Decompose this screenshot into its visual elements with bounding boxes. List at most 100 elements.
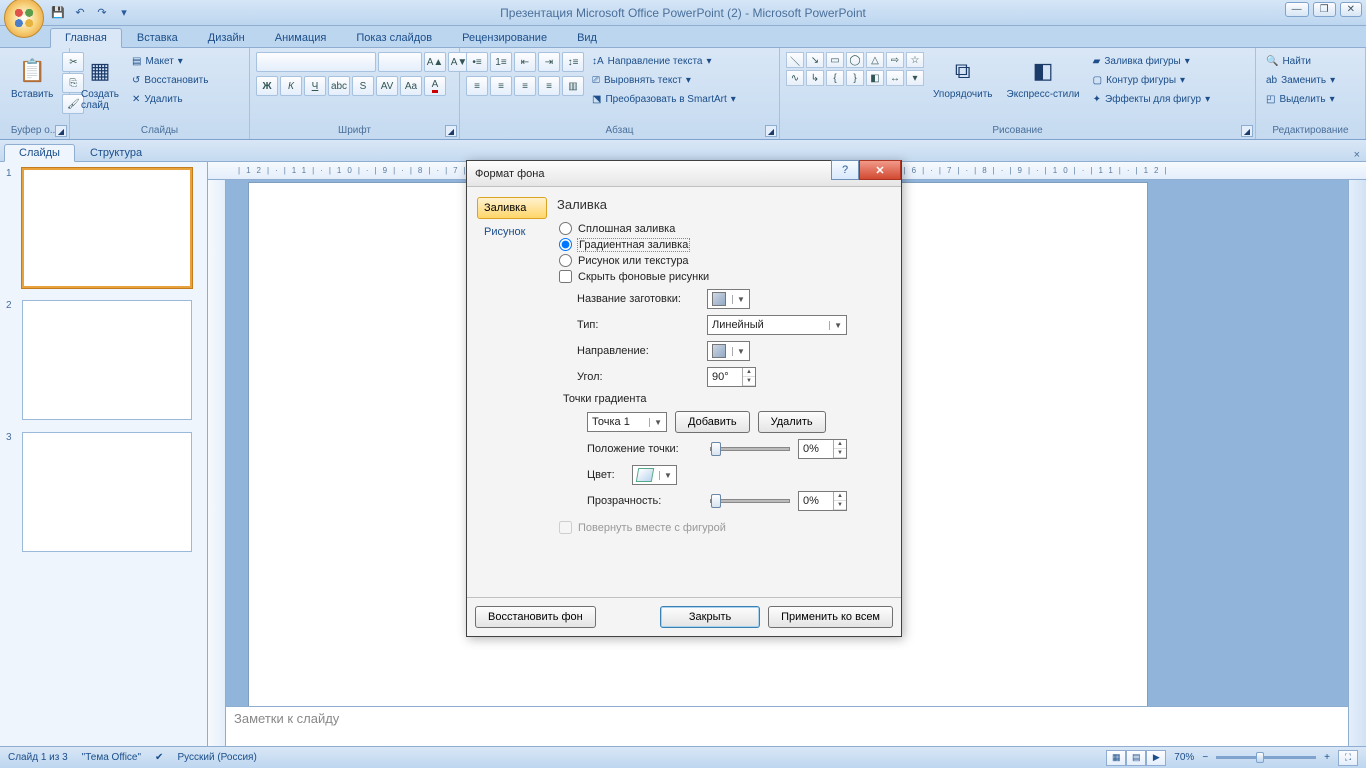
shape-rect-icon[interactable]: ▭ — [826, 52, 844, 68]
shape-arrowblock-icon[interactable]: ⇨ — [886, 52, 904, 68]
slide-thumbnail-3[interactable] — [22, 432, 192, 552]
spin-down-icon[interactable]: ▼ — [834, 501, 846, 510]
find-button[interactable]: 🔍Найти — [1262, 52, 1339, 70]
close-button[interactable]: ✕ — [1340, 2, 1362, 17]
apply-all-button[interactable]: Применить ко всем — [768, 606, 893, 628]
select-button[interactable]: ◰Выделить▾ — [1262, 90, 1339, 108]
align-center-icon[interactable]: ≡ — [490, 76, 512, 96]
fit-window-icon[interactable]: ⛶ — [1338, 750, 1358, 766]
paste-button[interactable]: 📋 Вставить — [6, 52, 58, 103]
label-solid-fill[interactable]: Сплошная заливка — [578, 223, 675, 235]
bullets-icon[interactable]: •≡ — [466, 52, 488, 72]
close-panel-icon[interactable]: × — [1354, 149, 1360, 161]
close-dialog-button[interactable]: Закрыть — [660, 606, 760, 628]
layout-button[interactable]: ▤Макет▾ — [128, 52, 212, 70]
convert-smartart-button[interactable]: ⬔Преобразовать в SmartArt▾ — [588, 90, 740, 108]
new-slide-button[interactable]: ▦ Создать слайд — [76, 52, 124, 114]
preset-combo[interactable]: ▼ — [707, 289, 750, 309]
font-size-combo[interactable] — [378, 52, 422, 72]
shape-arrow-icon[interactable]: ↘ — [806, 52, 824, 68]
redo-icon[interactable]: ↷ — [92, 3, 112, 23]
shape-brace-icon[interactable]: { — [826, 70, 844, 86]
angle-input[interactable]: 90°▲▼ — [707, 367, 756, 387]
radio-gradient-fill[interactable] — [559, 238, 572, 251]
spin-down-icon[interactable]: ▼ — [743, 377, 755, 386]
qat-customize-icon[interactable]: ▾ — [114, 3, 134, 23]
grow-font-icon[interactable]: A▲ — [424, 52, 446, 72]
shape-triangle-icon[interactable]: △ — [866, 52, 884, 68]
strike-icon[interactable]: abc — [328, 76, 350, 96]
transparency-input[interactable]: 0%▲▼ — [798, 491, 847, 511]
shadow-icon[interactable]: S — [352, 76, 374, 96]
font-dialog-launcher[interactable]: ◢ — [445, 125, 457, 137]
maximize-button[interactable]: ❐ — [1313, 2, 1336, 17]
drawing-dialog-launcher[interactable]: ◢ — [1241, 125, 1253, 137]
shape-line-icon[interactable]: ＼ — [786, 52, 804, 68]
arrange-button[interactable]: ⧉ Упорядочить — [928, 52, 998, 103]
numbering-icon[interactable]: 1≡ — [490, 52, 512, 72]
zoom-slider[interactable] — [1216, 756, 1316, 759]
spin-up-icon[interactable]: ▲ — [743, 368, 755, 377]
notes-pane[interactable]: Заметки к слайду — [226, 706, 1366, 746]
radio-picture-fill[interactable] — [559, 254, 572, 267]
font-family-combo[interactable] — [256, 52, 376, 72]
color-combo[interactable]: ▼ — [632, 465, 677, 485]
shape-more-icon[interactable]: ▾ — [906, 70, 924, 86]
save-icon[interactable]: 💾 — [48, 3, 68, 23]
shape-connector-icon[interactable]: ↳ — [806, 70, 824, 86]
view-normal-icon[interactable]: ▦ — [1106, 750, 1126, 766]
zoom-in-icon[interactable]: + — [1324, 752, 1330, 763]
indent-dec-icon[interactable]: ⇤ — [514, 52, 536, 72]
shape-star-icon[interactable]: ☆ — [906, 52, 924, 68]
align-right-icon[interactable]: ≡ — [514, 76, 536, 96]
line-spacing-icon[interactable]: ↕≡ — [562, 52, 584, 72]
spin-up-icon[interactable]: ▲ — [834, 440, 846, 449]
underline-icon[interactable]: Ч — [304, 76, 326, 96]
status-theme[interactable]: "Тема Office" — [82, 752, 141, 763]
zoom-out-icon[interactable]: − — [1202, 752, 1208, 763]
checkbox-hide-bg[interactable] — [559, 270, 572, 283]
text-direction-button[interactable]: ↕AНаправление текста▾ — [588, 52, 740, 70]
direction-combo[interactable]: ▼ — [707, 341, 750, 361]
shape-callout-icon[interactable]: ◧ — [866, 70, 884, 86]
add-stop-button[interactable]: Добавить — [675, 411, 750, 433]
tab-slides-panel[interactable]: Слайды — [4, 144, 75, 162]
label-picture-fill[interactable]: Рисунок или текстура — [578, 255, 689, 267]
shapes-gallery[interactable]: ＼ ↘ ▭ ◯ △ ⇨ ☆ ∿ ↳ { } ◧ ↔ ▾ — [786, 52, 924, 86]
tab-insert[interactable]: Вставка — [122, 28, 193, 48]
spin-down-icon[interactable]: ▼ — [834, 449, 846, 458]
view-sorter-icon[interactable]: ▤ — [1126, 750, 1146, 766]
shape-double-arrow-icon[interactable]: ↔ — [886, 70, 904, 86]
shape-outline-button[interactable]: ▢Контур фигуры▾ — [1089, 71, 1214, 89]
replace-button[interactable]: abЗаменить▾ — [1262, 71, 1339, 89]
type-combo[interactable]: Линейный▼ — [707, 315, 847, 335]
stop-select-combo[interactable]: Точка 1▼ — [587, 412, 667, 432]
status-spellcheck-icon[interactable]: ✔ — [155, 752, 163, 763]
change-case-icon[interactable]: Aa — [400, 76, 422, 96]
indent-inc-icon[interactable]: ⇥ — [538, 52, 560, 72]
shape-fill-button[interactable]: ▰Заливка фигуры▾ — [1089, 52, 1214, 70]
slide-thumbnail-1[interactable] — [22, 168, 192, 288]
align-left-icon[interactable]: ≡ — [466, 76, 488, 96]
undo-icon[interactable]: ↶ — [70, 3, 90, 23]
tab-design[interactable]: Дизайн — [193, 28, 260, 48]
remove-stop-button[interactable]: Удалить — [758, 411, 826, 433]
shape-brace2-icon[interactable]: } — [846, 70, 864, 86]
align-text-button[interactable]: ⎚Выровнять текст▾ — [588, 71, 740, 89]
zoom-level[interactable]: 70% — [1174, 752, 1194, 763]
shape-curve-icon[interactable]: ∿ — [786, 70, 804, 86]
font-color-icon[interactable]: A — [424, 76, 446, 96]
reset-button[interactable]: ↺Восстановить — [128, 71, 212, 89]
stop-position-slider[interactable] — [710, 447, 790, 451]
dialog-nav-picture[interactable]: Рисунок — [477, 221, 547, 243]
tab-review[interactable]: Рецензирование — [447, 28, 562, 48]
label-hide-bg[interactable]: Скрыть фоновые рисунки — [578, 271, 709, 283]
spin-up-icon[interactable]: ▲ — [834, 492, 846, 501]
reset-background-button[interactable]: Восстановить фон — [475, 606, 596, 628]
tab-outline-panel[interactable]: Структура — [75, 144, 157, 162]
tab-view[interactable]: Вид — [562, 28, 612, 48]
dialog-close-button[interactable]: ✕ — [859, 160, 901, 180]
label-gradient-fill[interactable]: Градиентная заливка — [578, 239, 689, 251]
transparency-slider[interactable] — [710, 499, 790, 503]
dialog-nav-fill[interactable]: Заливка — [477, 197, 547, 219]
